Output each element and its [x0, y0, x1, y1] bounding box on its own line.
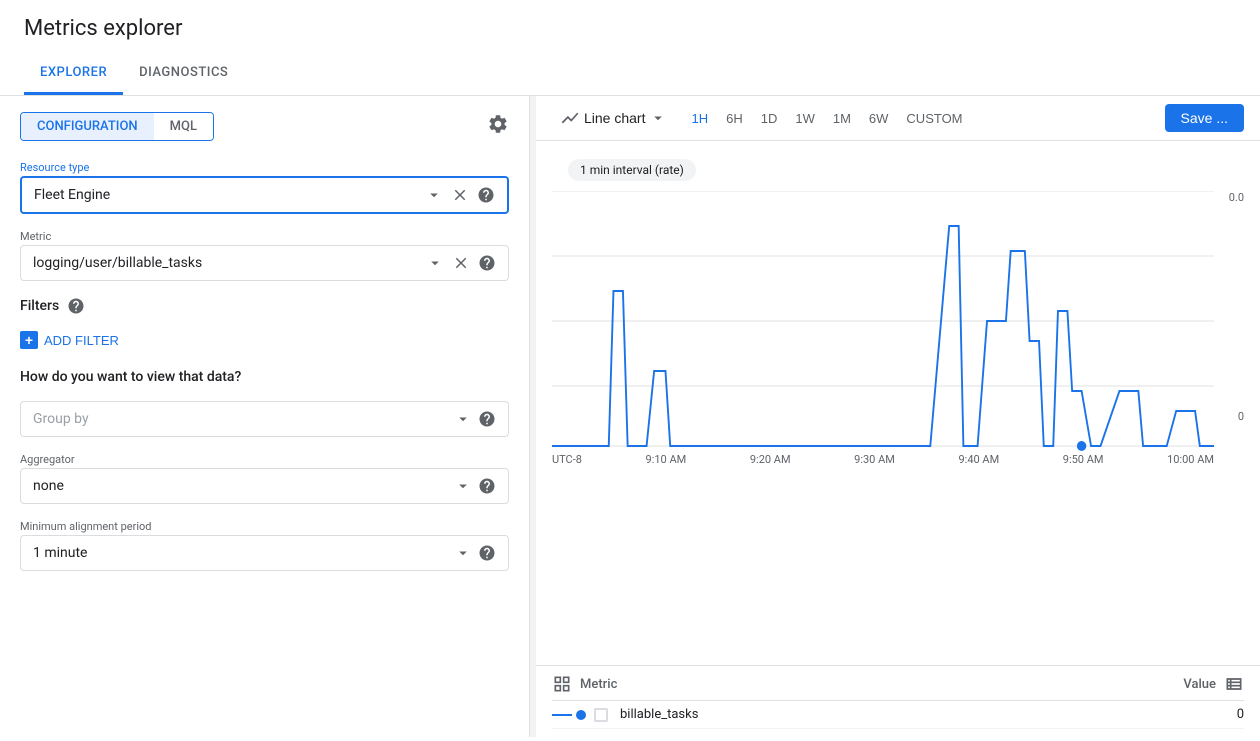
x-label-utc: UTC-8 — [552, 453, 582, 466]
interval-section: 1 min interval (rate) — [536, 141, 1260, 191]
legend-dot — [576, 710, 586, 720]
alignment-period-dropdown-icon[interactable] — [454, 544, 472, 562]
chart-toolbar: Line chart 1H 6H 1D 1W 1M 6W CUSTOM Save… — [536, 96, 1260, 141]
alignment-period-help-icon[interactable] — [478, 544, 496, 562]
time-1w-button[interactable]: 1W — [787, 107, 823, 130]
chart-type-button[interactable]: Line chart — [552, 104, 675, 132]
chart-hover-dot — [1077, 441, 1086, 451]
aggregator-help-icon[interactable] — [478, 477, 496, 495]
add-filter-button[interactable]: + ADD FILTER — [20, 331, 119, 349]
add-filter-label: ADD FILTER — [44, 333, 119, 348]
legend-line-indicator — [552, 710, 586, 720]
x-label-950: 9:50 AM — [1063, 453, 1104, 466]
tab-configuration[interactable]: CONFIGURATION — [21, 113, 154, 140]
tab-mql[interactable]: MQL — [154, 113, 213, 140]
chart-type-label: Line chart — [584, 110, 645, 126]
time-1m-button[interactable]: 1M — [825, 107, 859, 130]
interval-badge: 1 min interval (rate) — [568, 159, 696, 181]
x-label-920: 9:20 AM — [750, 453, 791, 466]
filters-section: Filters — [20, 297, 509, 315]
time-custom-button[interactable]: CUSTOM — [898, 107, 970, 130]
config-tabs: CONFIGURATION MQL — [20, 112, 214, 141]
legend-item-value: 0 — [1237, 707, 1244, 722]
add-icon: + — [20, 331, 38, 349]
aggregator-label: Aggregator — [20, 453, 509, 466]
metric-clear-icon[interactable] — [452, 254, 470, 272]
line-chart-icon — [560, 108, 580, 128]
view-section-title: How do you want to view that data? — [20, 369, 509, 385]
legend-value-label: Value — [1183, 677, 1216, 692]
time-6h-button[interactable]: 6H — [718, 107, 751, 130]
right-panel: Line chart 1H 6H 1D 1W 1M 6W CUSTOM Save… — [536, 96, 1260, 737]
nav-tab-explorer[interactable]: EXPLORER — [24, 53, 123, 95]
group-by-field: Group by — [20, 401, 509, 437]
aggregator-field: Aggregator none — [20, 453, 509, 504]
y-axis-max: 0.0 — [1229, 191, 1244, 204]
config-tabs-row: CONFIGURATION MQL — [20, 112, 509, 141]
top-nav: EXPLORER DIAGNOSTICS — [0, 53, 1260, 96]
chart-type-dropdown-icon — [649, 109, 667, 127]
resource-type-label: Resource type — [20, 161, 509, 174]
resource-type-field: Resource type Fleet Engine — [20, 161, 509, 214]
dropdown-arrow-icon[interactable] — [425, 186, 443, 204]
metric-label: Metric — [20, 230, 509, 243]
metric-value: logging/user/billable_tasks — [33, 255, 426, 271]
alignment-period-value: 1 minute — [33, 545, 454, 561]
metric-help-icon[interactable] — [478, 254, 496, 272]
settings-button[interactable] — [487, 113, 509, 141]
left-panel: CONFIGURATION MQL Resource type Fleet En… — [0, 96, 530, 737]
filters-help-icon[interactable] — [67, 297, 85, 315]
aggregator-value: none — [33, 478, 454, 494]
aggregator-dropdown-icon[interactable] — [454, 477, 472, 495]
legend-area: Metric Value billable_tasks 0 — [536, 665, 1260, 737]
alignment-period-select[interactable]: 1 minute — [20, 535, 509, 571]
y-axis-zero: 0 — [1238, 410, 1244, 423]
legend-row: billable_tasks 0 — [552, 701, 1244, 729]
time-1h-button[interactable]: 1H — [683, 107, 716, 130]
x-label-910: 9:10 AM — [646, 453, 687, 466]
line-chart-svg — [552, 191, 1214, 451]
legend-grid-icon — [552, 674, 572, 694]
resource-type-value: Fleet Engine — [34, 187, 425, 203]
help-icon[interactable] — [477, 186, 495, 204]
chart-area: 0.0 0 UTC-8 9:10 AM — [536, 191, 1260, 665]
x-label-1000: 10:00 AM — [1167, 453, 1214, 466]
metric-line — [552, 226, 1214, 446]
app-title: Metrics explorer — [24, 16, 1236, 41]
alignment-period-field: Minimum alignment period 1 minute — [20, 520, 509, 571]
nav-tab-diagnostics[interactable]: DIAGNOSTICS — [123, 53, 244, 95]
x-label-930: 9:30 AM — [854, 453, 895, 466]
group-by-dropdown-icon[interactable] — [454, 410, 472, 428]
save-button[interactable]: Save ... — [1165, 104, 1244, 132]
aggregator-select[interactable]: none — [20, 468, 509, 504]
filters-label: Filters — [20, 298, 59, 314]
metric-select[interactable]: logging/user/billable_tasks — [20, 245, 509, 281]
group-by-placeholder: Group by — [33, 411, 454, 427]
time-6w-button[interactable]: 6W — [861, 107, 897, 130]
legend-metric-label: Metric — [580, 677, 617, 692]
time-1d-button[interactable]: 1D — [753, 107, 786, 130]
legend-item-name: billable_tasks — [620, 707, 1237, 722]
alignment-period-label: Minimum alignment period — [20, 520, 509, 533]
group-by-select[interactable]: Group by — [20, 401, 509, 437]
clear-icon[interactable] — [451, 186, 469, 204]
legend-line — [552, 714, 572, 716]
group-by-help-icon[interactable] — [478, 410, 496, 428]
legend-header: Metric Value — [552, 674, 1244, 701]
metric-field: Metric logging/user/billable_tasks — [20, 230, 509, 281]
x-axis-labels: UTC-8 9:10 AM 9:20 AM 9:30 AM 9:40 AM 9:… — [552, 451, 1244, 466]
legend-columns-icon[interactable] — [1224, 674, 1244, 694]
resource-type-select[interactable]: Fleet Engine — [20, 176, 509, 214]
legend-metric-header: Metric — [552, 674, 617, 694]
x-label-940: 9:40 AM — [958, 453, 999, 466]
time-period-buttons: 1H 6H 1D 1W 1M 6W CUSTOM — [683, 107, 970, 130]
legend-value-header: Value — [1183, 674, 1244, 694]
metric-dropdown-icon[interactable] — [426, 254, 444, 272]
legend-checkbox[interactable] — [594, 708, 608, 722]
